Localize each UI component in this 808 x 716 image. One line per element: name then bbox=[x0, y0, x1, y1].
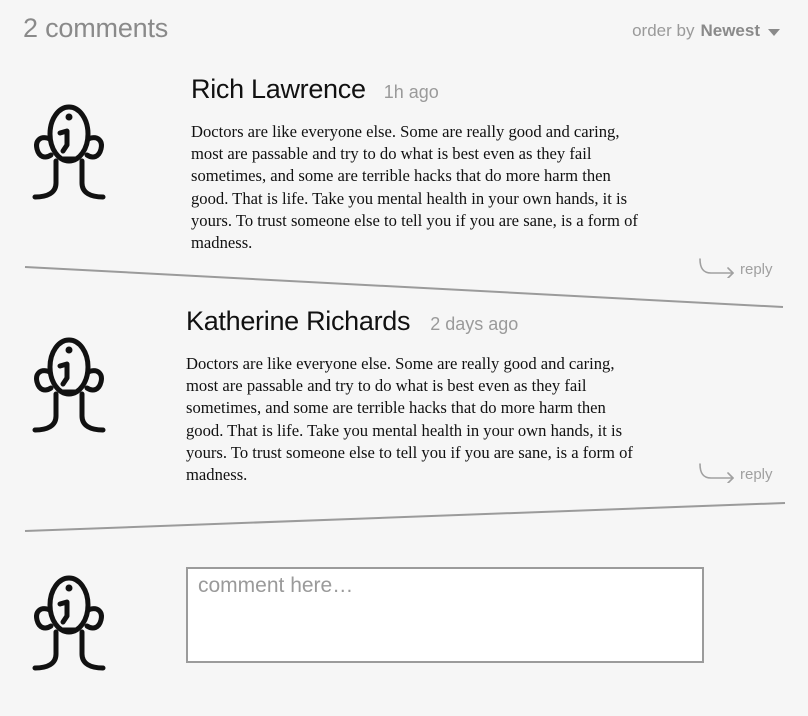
comment-body: Doctors are like everyone else. Some are… bbox=[186, 353, 706, 486]
comment-line: good. That is life. Take you mental heal… bbox=[191, 188, 628, 208]
comment-input[interactable] bbox=[186, 567, 704, 663]
order-by-dropdown[interactable]: order by Newest bbox=[632, 21, 780, 41]
avatar-face-icon bbox=[32, 575, 106, 671]
comment-count: 2 comments bbox=[23, 13, 169, 43]
comment-timestamp: 2 days ago bbox=[430, 314, 519, 334]
avatar-face-icon bbox=[32, 104, 106, 200]
comment-header: Rich Lawrence 1h ago bbox=[191, 74, 439, 105]
reply-button[interactable]: reply bbox=[697, 461, 773, 483]
reply-arrow-icon bbox=[699, 463, 734, 483]
avatar[interactable] bbox=[27, 572, 111, 676]
comment-timestamp: 1h ago bbox=[383, 82, 439, 102]
comment-line: madness. bbox=[186, 465, 248, 485]
comment-line: yours. To trust someone else to tell you… bbox=[186, 442, 633, 462]
reply-arrow-icon bbox=[699, 258, 734, 278]
divider-1 bbox=[24, 266, 784, 308]
reply-label: reply bbox=[740, 261, 773, 278]
comment-line: Doctors are like everyone else. Some are… bbox=[186, 354, 615, 373]
reply-button[interactable]: reply bbox=[697, 256, 773, 278]
reply-label: reply bbox=[740, 466, 773, 483]
comment-line: most are passable and try to do what is … bbox=[191, 144, 592, 164]
order-by-value: Newest bbox=[700, 21, 760, 40]
comment-author[interactable]: Katherine Richards bbox=[186, 306, 411, 337]
comment-line: yours. To trust someone else to tell you… bbox=[191, 210, 638, 230]
comment-line: Doctors are like everyone else. Some are… bbox=[191, 122, 620, 141]
comment-line: good. That is life. Take you mental heal… bbox=[186, 420, 623, 440]
comment-line: sometimes, and some are terrible hacks t… bbox=[186, 398, 606, 418]
avatar[interactable] bbox=[27, 101, 111, 205]
comment-line: madness. bbox=[191, 233, 253, 253]
avatar[interactable] bbox=[27, 334, 111, 438]
caret-down-icon bbox=[768, 28, 780, 36]
comment-line: most are passable and try to do what is … bbox=[186, 376, 587, 396]
order-by-label: order by bbox=[632, 21, 695, 40]
comment-header: Katherine Richards 2 days ago bbox=[186, 306, 518, 337]
comment-body: Doctors are like everyone else. Some are… bbox=[191, 121, 711, 254]
avatar-face-icon bbox=[32, 337, 106, 433]
comment-author[interactable]: Rich Lawrence bbox=[191, 74, 366, 105]
divider-2 bbox=[24, 502, 786, 532]
comment-line: sometimes, and some are terrible hacks t… bbox=[191, 166, 611, 186]
